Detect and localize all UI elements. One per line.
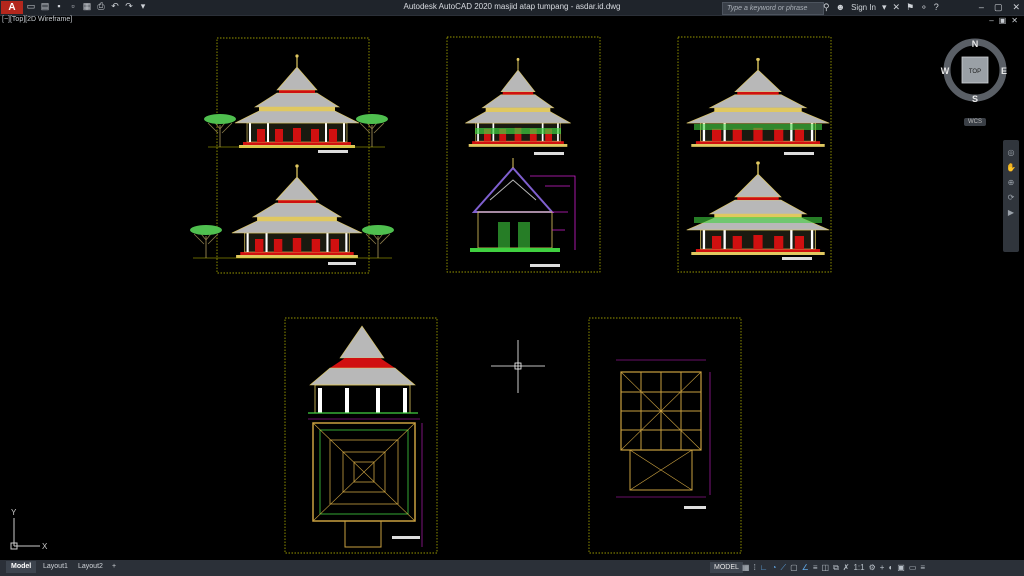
title-bar: A ▭ ▤ ▪ ▫ ▦ ⎙ ↶ ↷ ▾ Autodesk AutoCAD 202…	[0, 0, 1024, 16]
close-icon[interactable]: ✕	[1012, 1, 1020, 14]
object-snap-icon[interactable]: ▢	[790, 562, 798, 573]
selection-cycling-icon[interactable]: ⧉	[833, 562, 839, 573]
ortho-icon[interactable]: ∟	[760, 562, 768, 573]
snap-icon[interactable]: ⁞	[754, 562, 756, 573]
grid-icon[interactable]: ▦	[742, 562, 750, 573]
transparency-icon[interactable]: ◫	[822, 562, 830, 573]
showmotion-icon[interactable]: ▶	[1008, 208, 1014, 217]
add-layout-button[interactable]: +	[107, 561, 121, 573]
isolate-icon[interactable]: ◐	[888, 562, 893, 573]
elevation-rear	[686, 57, 830, 155]
pan-icon[interactable]: ✋	[1006, 163, 1016, 172]
steering-wheel-icon[interactable]: ◎	[1008, 148, 1015, 157]
minimize-icon[interactable]: –	[979, 1, 984, 14]
annotation-scale-icon[interactable]: ✗	[843, 562, 850, 573]
isodraft-icon[interactable]: ⟋	[780, 562, 786, 573]
connect-icon[interactable]: ⚬	[920, 1, 928, 14]
title-tools: ⚲ ☻ Sign In ▾ ✕ ⚑ ⚬ ?	[823, 1, 939, 14]
model-space-button[interactable]: MODEL	[710, 562, 743, 573]
help-icon[interactable]: ?	[934, 1, 939, 14]
ucs-y-label: Y	[11, 508, 17, 517]
sign-in-button[interactable]: Sign In	[851, 1, 876, 14]
sheet-frame	[588, 317, 742, 554]
ucs-icon: Y X	[10, 508, 48, 551]
viewcube[interactable]: TOP N S E W	[941, 38, 1007, 104]
roof-framing-plan	[616, 359, 711, 509]
compass-south: S	[972, 94, 978, 104]
chevron-down-icon[interactable]: ▾	[882, 1, 887, 14]
zoom-icon[interactable]: ⊕	[1008, 178, 1015, 187]
user-icon[interactable]: ☻	[836, 1, 845, 14]
window-controls: – ▢ ✕	[979, 1, 1020, 14]
annotation-scale-value[interactable]: 1:1	[853, 562, 864, 573]
tab-model[interactable]: Model	[6, 561, 37, 573]
compass-east: E	[1001, 66, 1007, 76]
elevation-green	[464, 57, 572, 155]
workspace-gear-icon[interactable]: ⚙	[869, 562, 876, 573]
lineweight-icon[interactable]: ≡	[813, 562, 818, 573]
compass-west: W	[941, 66, 950, 76]
customize-icon[interactable]: ≡	[920, 562, 925, 573]
section-roof	[308, 325, 418, 414]
search-input[interactable]: Type a keyword or phrase	[722, 2, 824, 15]
crosshair-cursor	[491, 340, 545, 393]
ucs-x-label: X	[42, 542, 48, 551]
floor-plan	[308, 418, 423, 548]
elevation-left	[686, 160, 830, 260]
clean-screen-icon[interactable]: ▭	[909, 562, 917, 573]
tab-layout1[interactable]: Layout1	[38, 561, 73, 573]
plus-icon[interactable]: +	[880, 562, 885, 573]
elevation-side	[189, 163, 395, 265]
hardware-accel-icon[interactable]: ▣	[897, 562, 905, 573]
wcs-menu[interactable]: WCS	[964, 118, 986, 126]
elevation-front	[203, 53, 389, 153]
binoculars-icon[interactable]: ⚲	[823, 1, 830, 14]
app-store-icon[interactable]: ⚑	[906, 1, 914, 14]
tab-layout2[interactable]: Layout2	[73, 561, 108, 573]
navigation-bar: ◎ ✋ ⊕ ⟳ ▶	[1003, 140, 1019, 252]
exchange-icon[interactable]: ✕	[893, 1, 901, 14]
viewcube-face-label: TOP	[969, 69, 981, 75]
compass-north: N	[972, 39, 979, 49]
maximize-icon[interactable]: ▢	[994, 1, 1003, 14]
section-drawing	[470, 158, 576, 267]
orbit-icon[interactable]: ⟳	[1008, 193, 1015, 202]
polar-icon[interactable]: ◔	[772, 562, 777, 573]
drawing-canvas[interactable]: Y X TOP N S E W	[0, 15, 1024, 560]
status-toggles: ▦ ⁞ ∟ ◔ ⟋ ▢ ∠ ≡ ◫ ⧉ ✗ 1:1 ⚙ + ◐ ▣ ▭ ≡	[742, 562, 925, 573]
status-bar: Model Layout1 Layout2 + MODEL ▦ ⁞ ∟ ◔ ⟋ …	[0, 560, 1024, 576]
object-snap-tracking-icon[interactable]: ∠	[802, 562, 809, 573]
